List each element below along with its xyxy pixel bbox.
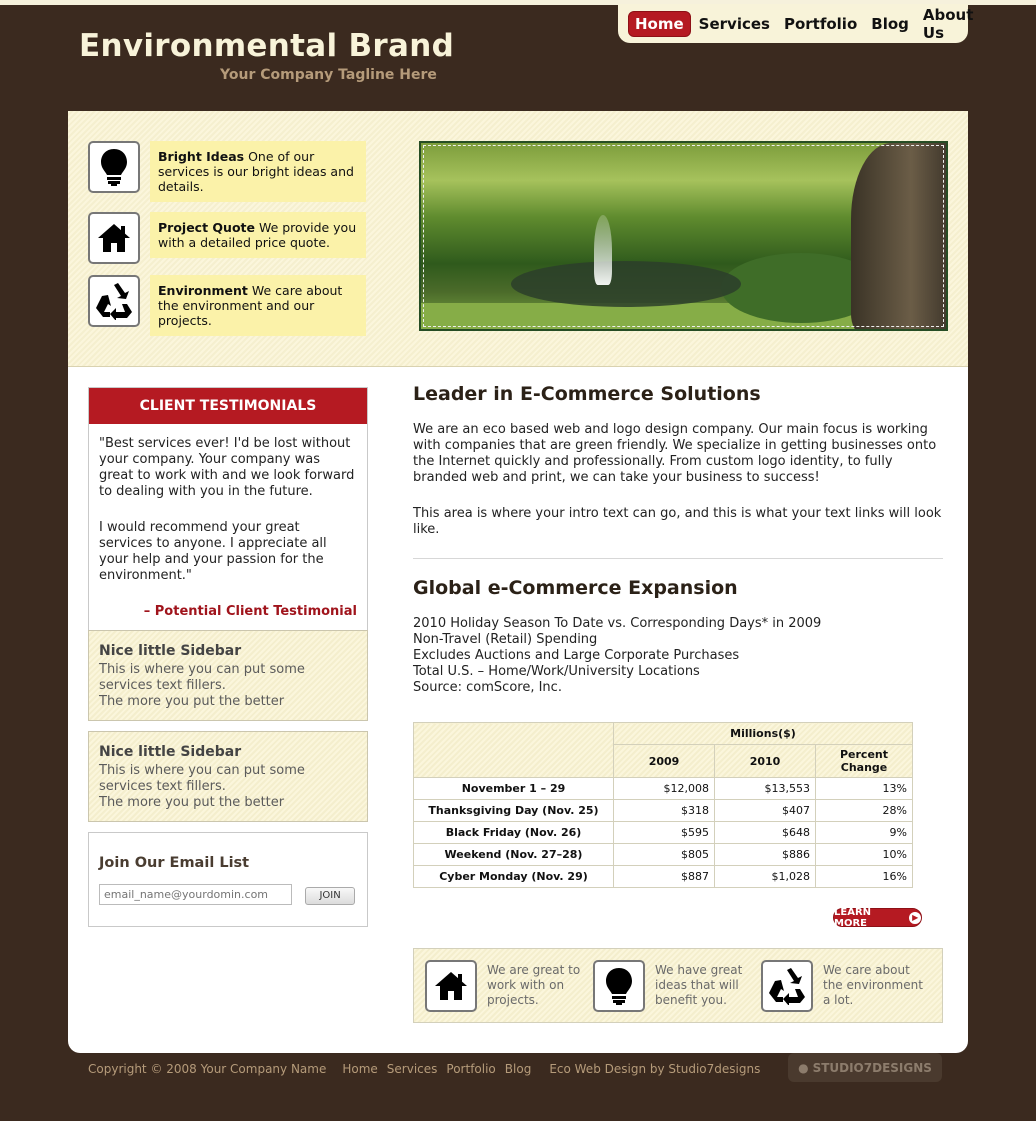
studio7-badge[interactable]: ● STUDIO7DESIGNS: [788, 1053, 942, 1082]
join-button[interactable]: JOIN: [305, 886, 356, 905]
note-line: Total U.S. – Home/Work/University Locati…: [413, 664, 700, 679]
note-line: Excludes Auctions and Large Corporate Pu…: [413, 648, 740, 663]
recycle-icon: [88, 275, 140, 327]
service-title: Environment: [158, 283, 248, 298]
lightbulb-icon: [593, 960, 645, 1012]
testimonial-text: I would recommend your great services to…: [99, 520, 327, 583]
intro-heading: Leader in E-Commerce Solutions: [413, 383, 761, 405]
recycle-icon: [761, 960, 813, 1012]
nav-about-us[interactable]: About Us: [917, 3, 980, 45]
ecommerce-table: Millions($) 2009 2010 Percent Change Nov…: [413, 722, 913, 888]
content-area: Leader in E-Commerce Solutions We are an…: [413, 383, 943, 696]
service-title: Project Quote: [158, 220, 255, 235]
arrow-right-icon: ▶: [909, 911, 921, 924]
table-row: Cyber Monday (Nov. 29) $887 $1,028 16%: [413, 865, 913, 888]
email-field[interactable]: [99, 884, 292, 905]
nav-home[interactable]: Home: [628, 10, 691, 37]
promo-item: We have great ideas that will benefit yo…: [593, 960, 755, 1012]
footer: Copyright © 2008 Your Company Name Home …: [88, 1062, 769, 1076]
table-row: Thanksgiving Day (Nov. 25) $318 $407 28%: [413, 799, 913, 822]
footer-link-services[interactable]: Services: [387, 1062, 438, 1076]
main-nav: Home Services Portfolio Blog About Us: [618, 4, 973, 43]
hero-image: [419, 141, 948, 331]
note-line: 2010 Holiday Season To Date vs. Correspo…: [413, 616, 822, 631]
promo-item: We are great to work with on projects.: [425, 960, 587, 1012]
table-row: Black Friday (Nov. 26) $595 $648 9%: [413, 821, 913, 844]
testimonial-text: "Best services ever! I'd be lost without…: [99, 436, 355, 499]
table-corner: [413, 722, 614, 778]
brand-title[interactable]: Environmental Brand: [79, 28, 454, 64]
testimonials-heading: CLIENT TESTIMONIALS: [89, 388, 367, 424]
main-container: Bright Ideas One of our services is our …: [68, 111, 968, 1053]
intro-paragraph: This area is where your intro text can g…: [413, 506, 942, 537]
column-header: 2009: [613, 744, 715, 778]
promo-strip: We are great to work with on projects. W…: [413, 948, 943, 1023]
house-icon: [88, 212, 140, 264]
testimonial-signature: – Potential Client Testimonial: [143, 604, 357, 619]
sidebar-text: This is where you can put some services …: [99, 662, 305, 693]
note-line: Non-Travel (Retail) Spending: [413, 632, 598, 647]
service-environment: Environment We care about the environmen…: [88, 275, 366, 336]
column-header: Percent Change: [815, 744, 913, 778]
sidebar-title: Nice little Sidebar: [99, 744, 242, 760]
nav-blog[interactable]: Blog: [865, 12, 915, 36]
expansion-notes: 2010 Holiday Season To Date vs. Correspo…: [413, 616, 943, 696]
testimonials-box: CLIENT TESTIMONIALS "Best services ever!…: [88, 387, 368, 637]
feature-area: Bright Ideas One of our services is our …: [68, 111, 968, 367]
sidebar-text: This is where you can put some services …: [99, 763, 305, 794]
house-icon: [425, 960, 477, 1012]
service-project-quote: Project Quote We provide you with a deta…: [88, 212, 366, 264]
promo-text: We are great to work with on projects.: [487, 963, 581, 1007]
lightbulb-icon: [88, 141, 140, 193]
note-line: Source: comScore, Inc.: [413, 680, 562, 695]
footer-link-portfolio[interactable]: Portfolio: [446, 1062, 495, 1076]
promo-text: We have great ideas that will benefit yo…: [655, 963, 743, 1007]
intro-paragraph: We are an eco based web and logo design …: [413, 422, 937, 485]
learn-more-label: LEARN MORE: [834, 906, 872, 929]
sidebar-text: The more you put the better: [99, 694, 285, 709]
table-group-header: Millions($): [613, 722, 913, 745]
promo-item: We care about the environment a lot.: [761, 960, 923, 1012]
service-bright-ideas: Bright Ideas One of our services is our …: [88, 141, 366, 202]
sidebar-title: Nice little Sidebar: [99, 643, 242, 659]
sidebar-box: Nice little Sidebar This is where you ca…: [88, 630, 368, 721]
table-row: Weekend (Nov. 27–28) $805 $886 10%: [413, 843, 913, 866]
email-signup: Join Our Email List JOIN: [88, 832, 368, 927]
table-row: November 1 – 29 $12,008 $13,553 13%: [413, 777, 913, 800]
column-header: 2010: [714, 744, 816, 778]
email-title: Join Our Email List: [99, 855, 250, 871]
footer-link-home[interactable]: Home: [342, 1062, 377, 1076]
footer-copyright: Copyright © 2008 Your Company Name: [88, 1062, 327, 1076]
footer-credit-link[interactable]: Eco Web Design by Studio7designs: [549, 1062, 760, 1076]
service-title: Bright Ideas: [158, 149, 245, 164]
learn-more-button[interactable]: LEARN MORE ▶: [833, 906, 922, 929]
brand-tagline: Your Company Tagline Here: [220, 67, 437, 83]
elephant-icon: ●: [798, 1060, 809, 1075]
expansion-heading: Global e-Commerce Expansion: [413, 577, 738, 599]
nav-portfolio[interactable]: Portfolio: [778, 12, 863, 36]
studio7-badge-label: STUDIO7DESIGNS: [812, 1060, 932, 1075]
nav-services[interactable]: Services: [693, 12, 776, 36]
footer-link-blog[interactable]: Blog: [505, 1062, 532, 1076]
sidebar-box: Nice little Sidebar This is where you ca…: [88, 731, 368, 822]
sidebar-text: The more you put the better: [99, 795, 285, 810]
divider: [413, 558, 943, 559]
promo-text: We care about the environment a lot.: [823, 963, 923, 1007]
